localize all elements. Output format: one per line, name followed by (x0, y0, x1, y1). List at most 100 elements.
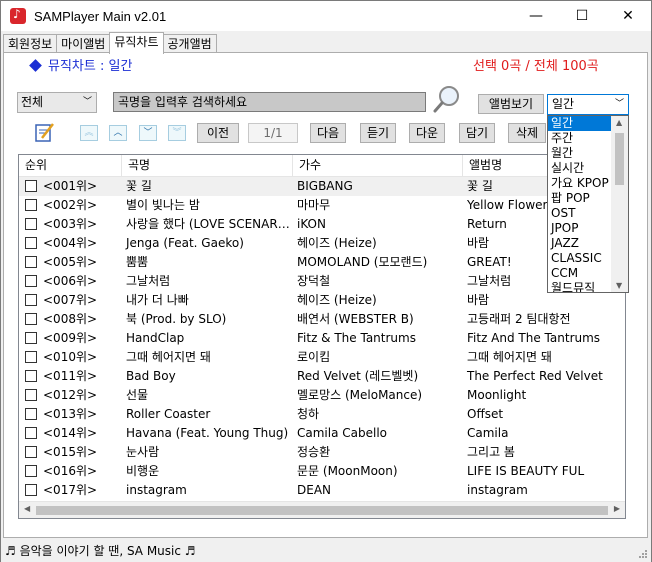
artist-cell-text: Camila Cabello (297, 426, 387, 440)
title-cell-text: HandClap (126, 331, 185, 345)
rank-cell-text: <003위> (43, 217, 98, 231)
diamond-icon (29, 59, 42, 72)
row-checkbox[interactable] (25, 332, 37, 344)
table-row[interactable]: <011위> Bad Boy Red Velvet (레드벨벳) The Perfec… (19, 367, 625, 386)
search-input[interactable]: 곡명을 입력후 검색하세요 (113, 92, 426, 112)
album-cell: LIFE IS BEAUTY FUL (463, 462, 603, 481)
download-button[interactable]: 다운 (409, 123, 445, 143)
rank-cell-text: <012위> (43, 388, 98, 402)
row-checkbox[interactable] (25, 370, 37, 382)
table-row[interactable]: <013위> Roller Coaster 청하 Offset (19, 405, 625, 424)
artist-cell-text: 청하 (297, 407, 320, 421)
album-view-button[interactable]: 앨범보기 (478, 94, 544, 114)
row-checkbox[interactable] (25, 256, 37, 268)
title-cell-text: 선물 (126, 388, 149, 402)
row-checkbox[interactable] (25, 408, 37, 420)
tab-member-info[interactable]: 회원정보 (3, 34, 58, 54)
table-row[interactable]: <004위> Jenga (Feat. Gaeko) 헤이즈 (Heize) 바람 (19, 234, 625, 253)
table-row[interactable]: <014위> Havana (Feat. Young Thug) Camila Ca… (19, 424, 625, 443)
table-row[interactable]: <010위> 그때 헤어지면 돼 로이킴 그때 헤어지면 돼 (19, 348, 625, 367)
prev-page-button[interactable]: 이전 (197, 123, 239, 143)
tab-my-album[interactable]: 마이앨범 (56, 34, 111, 54)
artist-cell-text: BIGBANG (297, 179, 353, 193)
scroll-left-icon[interactable]: ◀ (24, 504, 30, 513)
table-row[interactable]: <003위> 사랑을 했다 (LOVE SCENARIO) iKON Return (19, 215, 625, 234)
table-row[interactable]: <006위> 그날처럼 장덕철 그날처럼 (19, 272, 625, 291)
table-row[interactable]: <007위> 내가 더 나빠 헤이즈 (Heize) 바람 (19, 291, 625, 310)
artist-cell: 멜로망스 (MeloMance) (293, 386, 463, 405)
rank-cell: <010위> (19, 348, 122, 367)
row-checkbox[interactable] (25, 313, 37, 325)
artist-cell-text: 문문 (MoonMoon) (297, 464, 398, 478)
close-button[interactable]: ✕ (605, 1, 651, 31)
category-select[interactable]: 전체 ﹀ (17, 92, 97, 113)
table-row[interactable]: <009위> HandClap Fitz & The Tantrums Fitz An… (19, 329, 625, 348)
scroll-right-icon[interactable]: ▶ (614, 504, 620, 513)
minimize-button[interactable]: — (513, 1, 559, 31)
table-row[interactable]: <015위> 눈사람 정승환 그리고 봄 (19, 443, 625, 462)
edit-icon[interactable] (34, 121, 56, 143)
search-icon[interactable] (432, 84, 462, 114)
row-checkbox[interactable] (25, 294, 37, 306)
row-checkbox[interactable] (25, 465, 37, 477)
table-row[interactable]: <017위> instagram DEAN instagram (19, 481, 625, 500)
row-checkbox[interactable] (25, 351, 37, 363)
column-header-title[interactable]: 곡명 (122, 155, 293, 177)
move-bottom-button[interactable]: ︾ (168, 125, 186, 141)
row-checkbox[interactable] (25, 446, 37, 458)
artist-cell-text: Fitz & The Tantrums (297, 331, 416, 345)
table-row[interactable]: <016위> 비행운 문문 (MoonMoon) LIFE IS BEAUTY FUL (19, 462, 625, 481)
add-button[interactable]: 담기 (459, 123, 495, 143)
table-row[interactable]: <001위> 꽃 길 BIGBANG 꽃 길 (19, 177, 625, 196)
row-checkbox[interactable] (25, 218, 37, 230)
scroll-up-icon[interactable]: ▲ (616, 118, 622, 127)
rank-cell: <007위> (19, 291, 122, 310)
period-select[interactable]: 일간 ﹀ (547, 94, 629, 115)
rank-cell: <009위> (19, 329, 122, 348)
row-checkbox[interactable] (25, 180, 37, 192)
tab-music-chart[interactable]: 뮤직차트 (109, 32, 164, 54)
move-top-button[interactable]: ︽ (80, 125, 98, 141)
artist-cell-text: iKON (297, 217, 326, 231)
row-checkbox[interactable] (25, 389, 37, 401)
table-row[interactable]: <012위> 선물 멜로망스 (MeloMance) Moonlight (19, 386, 625, 405)
album-cell: 바람 (463, 291, 603, 310)
next-page-button[interactable]: 다음 (310, 123, 346, 143)
title-cell-text: 눈사람 (126, 445, 160, 459)
delete-button[interactable]: 삭제 (508, 123, 546, 143)
status-text: ♬ 음악을 이야기 할 땐, SA Music ♬ (5, 544, 196, 558)
maximize-button[interactable]: ☐ (559, 1, 605, 31)
listen-button[interactable]: 듣기 (360, 123, 396, 143)
title-cell: 눈사람 (122, 443, 293, 462)
tab-public-album[interactable]: 공개앨범 (162, 34, 217, 54)
artist-cell-text: 배연서 (WEBSTER B) (297, 312, 414, 326)
resize-grip-icon[interactable] (638, 549, 648, 559)
row-checkbox[interactable] (25, 275, 37, 287)
title-cell-text: 비행운 (126, 464, 160, 478)
row-checkbox[interactable] (25, 199, 37, 211)
title-cell: 내가 더 나빠 (122, 291, 293, 310)
dropdown-scrollbar[interactable]: ▲ ▼ (611, 116, 628, 292)
row-checkbox[interactable] (25, 237, 37, 249)
page-title-text: 뮤직차트 : 일간 (48, 59, 133, 74)
title-cell: 그날처럼 (122, 272, 293, 291)
dropdown-scroll-thumb[interactable] (615, 133, 624, 185)
rank-cell-text: <001위> (43, 179, 98, 193)
table-row[interactable]: <008위> 북 (Prod. by SLO) 배연서 (WEBSTER B) 고등래… (19, 310, 625, 329)
artist-cell: 장덕철 (293, 272, 463, 291)
column-header-artist[interactable]: 가수 (293, 155, 463, 177)
table-row[interactable]: <002위> 별이 빛나는 밤 마마무 Yellow Flower (19, 196, 625, 215)
title-cell-text: 사랑을 했다 (LOVE SCENARIO) (126, 217, 293, 231)
artist-cell: Camila Cabello (293, 424, 463, 443)
move-down-button[interactable]: ﹀ (139, 125, 157, 141)
table-row[interactable]: <005위> 뿜뿜 MOMOLAND (모모랜드) GREAT! (19, 253, 625, 272)
row-checkbox[interactable] (25, 484, 37, 496)
scroll-down-icon[interactable]: ▼ (616, 281, 622, 290)
row-checkbox[interactable] (25, 427, 37, 439)
horizontal-scrollbar[interactable]: ◀ ▶ (19, 501, 625, 518)
column-header-rank[interactable]: 순위 (19, 155, 122, 177)
scroll-thumb[interactable] (36, 506, 608, 515)
move-up-button[interactable]: ︿ (109, 125, 127, 141)
title-cell-text: 내가 더 나빠 (126, 293, 189, 307)
album-cell: Fitz And The Tantrums (463, 329, 603, 348)
